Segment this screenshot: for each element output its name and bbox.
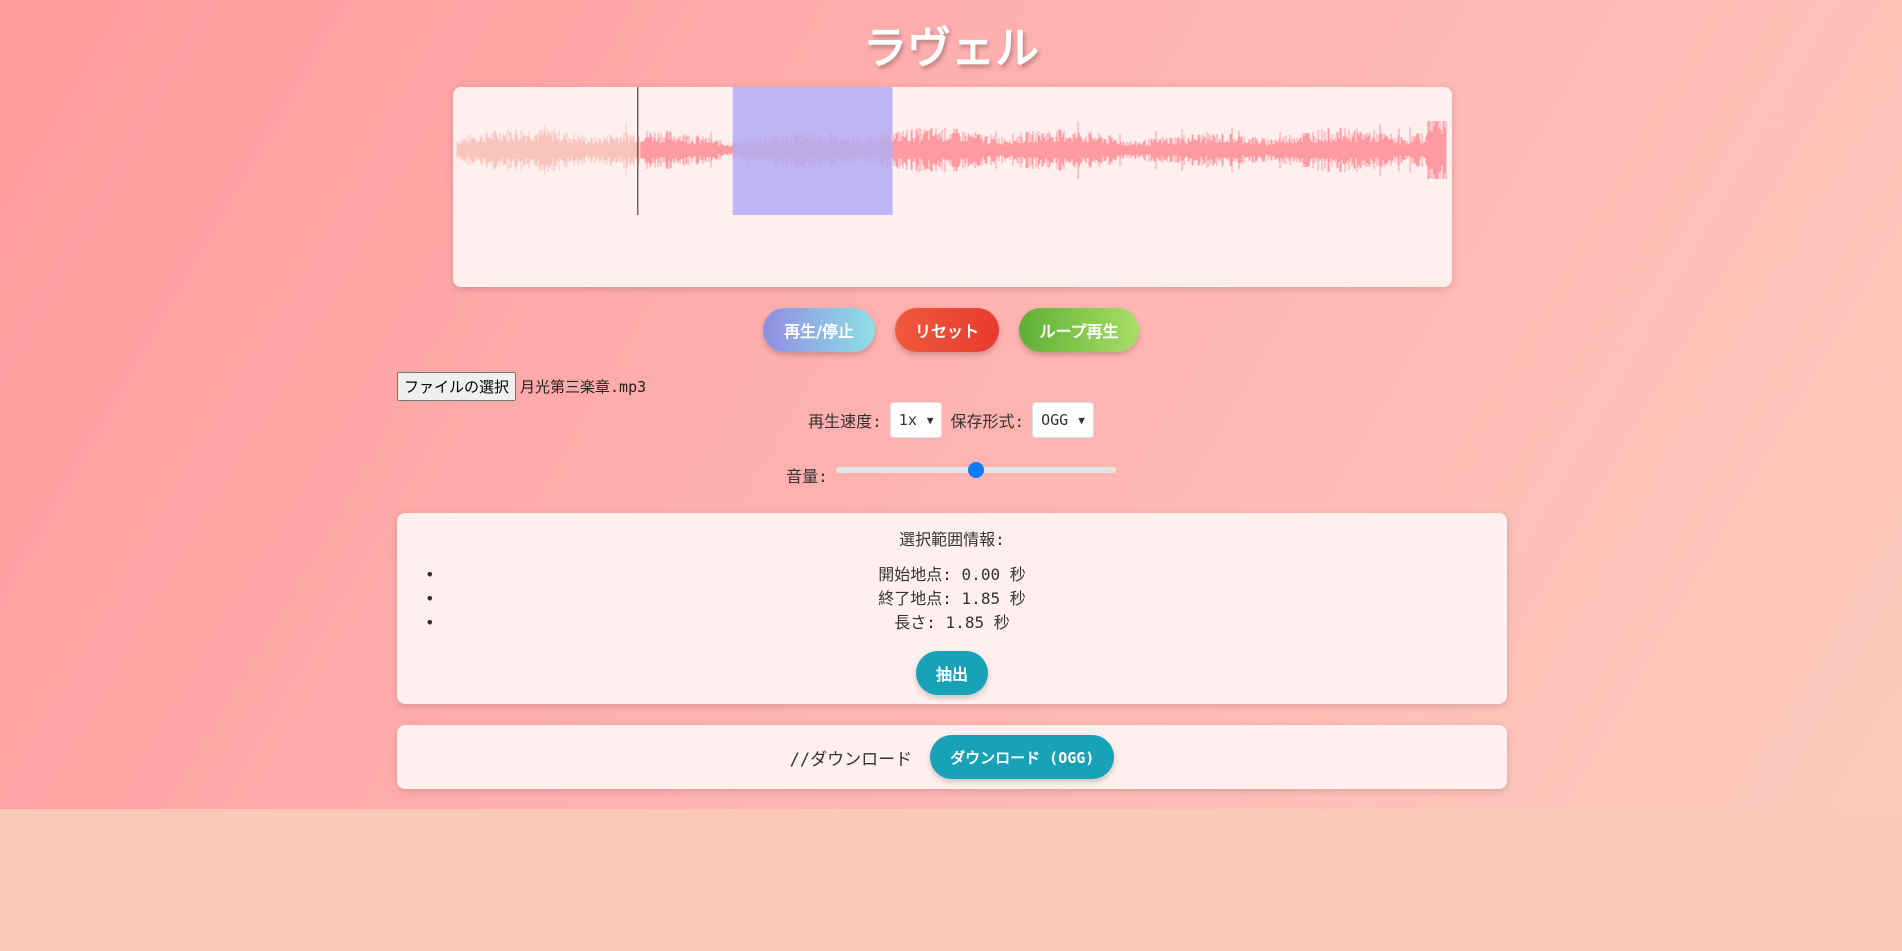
format-label: 保存形式: xyxy=(950,412,1025,431)
chevron-down-icon: ▼ xyxy=(1078,413,1085,427)
app-title: ラヴェル xyxy=(863,23,1039,74)
file-input: ファイルの選択 月光第三楽章.mp3 xyxy=(397,371,647,401)
volume-label: 音量: xyxy=(786,467,828,486)
playback-controls: 再生/停止 リセット ループ再生 xyxy=(0,308,1902,352)
waveform-canvas[interactable] xyxy=(453,87,1452,287)
list-item: • 長さ: 1.85 秒 xyxy=(397,611,1507,635)
settings-row: 再生速度: 1x ▼ 保存形式: OGG ▼ xyxy=(0,402,1902,438)
download-panel: //ダウンロード ダウンロード (OGG) xyxy=(397,725,1507,789)
selection-info-panel: 選択範囲情報: • 開始地点: 0.00 秒 • 終了地点: 1.85 秒 • 長さ:… xyxy=(397,513,1507,704)
volume-row: 音量: xyxy=(0,460,1902,490)
file-name: 月光第三楽章.mp3 xyxy=(520,377,647,396)
reset-button[interactable]: リセット xyxy=(895,308,999,352)
duration: 長さ: 1.85 秒 xyxy=(894,613,1010,632)
bullet-icon: • xyxy=(425,589,435,608)
play-pause-button[interactable]: 再生/停止 xyxy=(763,308,875,352)
start-point: 開始地点: 0.00 秒 xyxy=(878,565,1026,584)
list-item: • 終了地点: 1.85 秒 xyxy=(397,587,1507,611)
extract-button[interactable]: 抽出 xyxy=(916,651,988,695)
waveform-panel[interactable] xyxy=(453,87,1452,287)
format-value: OGG xyxy=(1041,411,1069,429)
list-item: • 開始地点: 0.00 秒 xyxy=(397,563,1507,587)
selection-region[interactable] xyxy=(732,87,893,215)
volume-thumb[interactable] xyxy=(967,462,984,478)
waveform-bars xyxy=(456,121,1447,179)
chevron-down-icon: ▼ xyxy=(926,413,934,427)
speed-select[interactable]: 1x ▼ xyxy=(889,402,943,438)
format-select[interactable]: OGG ▼ xyxy=(1032,402,1094,438)
loop-play-button[interactable]: ループ再生 xyxy=(1019,308,1139,352)
selection-info-list: • 開始地点: 0.00 秒 • 終了地点: 1.85 秒 • 長さ: 1.85 秒 xyxy=(397,563,1507,635)
download-comment: //ダウンロード xyxy=(789,749,913,770)
download-button[interactable]: ダウンロード (OGG) xyxy=(930,735,1115,779)
end-point: 終了地点: 1.85 秒 xyxy=(878,589,1026,608)
volume-slider[interactable] xyxy=(835,461,1116,479)
choose-file-button[interactable]: ファイルの選択 xyxy=(397,371,517,401)
bullet-icon: • xyxy=(425,565,435,584)
selection-info-heading: 選択範囲情報: xyxy=(899,530,1005,549)
bullet-icon: • xyxy=(425,613,435,632)
speed-label: 再生速度: xyxy=(808,412,882,431)
speed-value: 1x xyxy=(898,411,917,429)
